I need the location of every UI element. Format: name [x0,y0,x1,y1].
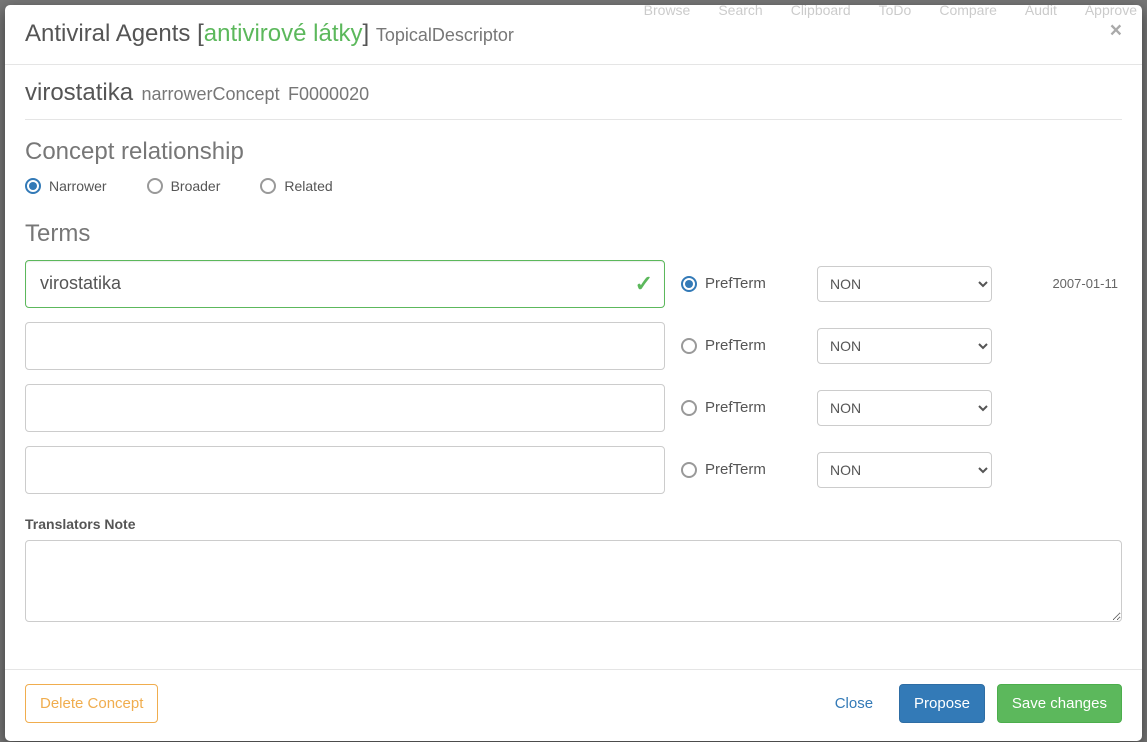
term-input-wrap: ✓ [25,260,665,308]
modal-body: virostatika narrowerConcept F0000020 Con… [5,65,1142,669]
pref-term-radio[interactable]: PrefTerm [681,399,801,416]
pref-term-label: PrefTerm [705,275,766,292]
term-input[interactable] [25,446,665,494]
title-alt-bracket-close: ] [363,20,370,47]
term-type-select[interactable]: NONABBACREPOTRD [817,390,992,426]
term-input-wrap [25,446,665,494]
save-changes-button[interactable]: Save changes [997,684,1122,723]
modal-header: Antiviral Agents [antivirové látky] Topi… [5,5,1142,65]
radio-label: Related [284,178,332,194]
term-type-select[interactable]: NONABBACREPOTRD [817,328,992,364]
terms-heading: Terms [25,220,1122,248]
radio-icon [260,178,276,194]
term-row: PrefTerm NONABBACREPOTRD [25,384,1122,432]
title-type: TopicalDescriptor [376,25,514,45]
radio-icon [681,276,697,292]
term-date: 2007-01-11 [1052,276,1122,291]
term-type-select-wrap: NONABBACREPOTRD [817,328,992,364]
relationship-radio-related[interactable]: Related [260,178,332,194]
close-icon[interactable]: × [1110,20,1122,41]
term-type-select[interactable]: NONABBACREPOTRD [817,266,992,302]
translators-note-label: Translators Note [25,516,1122,532]
radio-icon [681,338,697,354]
concept-name: virostatika [25,79,133,106]
terms-grid: ✓ PrefTerm NONABBACREPOTRD 2007-01-11 PrefTe… [25,260,1122,494]
term-type-select-wrap: NONABBACREPOTRD [817,266,992,302]
radio-icon [25,178,41,194]
term-type-select[interactable]: NONABBACREPOTRD [817,452,992,488]
term-input-wrap [25,322,665,370]
pref-term-label: PrefTerm [705,399,766,416]
term-input[interactable] [25,322,665,370]
concept-subheader: virostatika narrowerConcept F0000020 [25,79,1122,120]
concept-id: F0000020 [288,84,369,104]
term-row: PrefTerm NONABBACREPOTRD [25,322,1122,370]
modal-backdrop: BrowseSearchClipboardToDoCompareAuditApp… [0,0,1147,742]
term-row: PrefTerm NONABBACREPOTRD [25,446,1122,494]
term-type-select-wrap: NONABBACREPOTRD [817,390,992,426]
title-alt-bracket-open: [ [197,20,204,47]
term-input[interactable] [25,384,665,432]
relationship-radio-broader[interactable]: Broader [147,178,221,194]
pref-term-radio[interactable]: PrefTerm [681,275,801,292]
relationship-heading: Concept relationship [25,138,1122,166]
relationship-radio-group: Narrower Broader Related [25,178,1122,194]
modal-footer: Delete Concept Close Propose Save change… [5,669,1142,741]
radio-icon [681,462,697,478]
term-input-wrap [25,384,665,432]
modal-title: Antiviral Agents [antivirové látky] Topi… [25,20,514,49]
translators-note-input[interactable] [25,540,1122,622]
title-alt: antivirové látky [204,20,363,47]
term-row: ✓ PrefTerm NONABBACREPOTRD 2007-01-11 [25,260,1122,308]
pref-term-radio[interactable]: PrefTerm [681,337,801,354]
radio-label: Narrower [49,178,107,194]
term-type-select-wrap: NONABBACREPOTRD [817,452,992,488]
radio-label: Broader [171,178,221,194]
relationship-radio-narrower[interactable]: Narrower [25,178,107,194]
pref-term-radio[interactable]: PrefTerm [681,461,801,478]
concept-relation: narrowerConcept [142,84,280,104]
title-main: Antiviral Agents [25,20,190,47]
close-button[interactable]: Close [821,685,887,722]
propose-button[interactable]: Propose [899,684,985,723]
check-icon: ✓ [635,271,653,297]
pref-term-label: PrefTerm [705,337,766,354]
radio-icon [147,178,163,194]
term-input[interactable] [25,260,665,308]
radio-icon [681,400,697,416]
delete-concept-button[interactable]: Delete Concept [25,684,158,723]
modal-dialog: Antiviral Agents [antivirové látky] Topi… [5,5,1142,741]
pref-term-label: PrefTerm [705,461,766,478]
